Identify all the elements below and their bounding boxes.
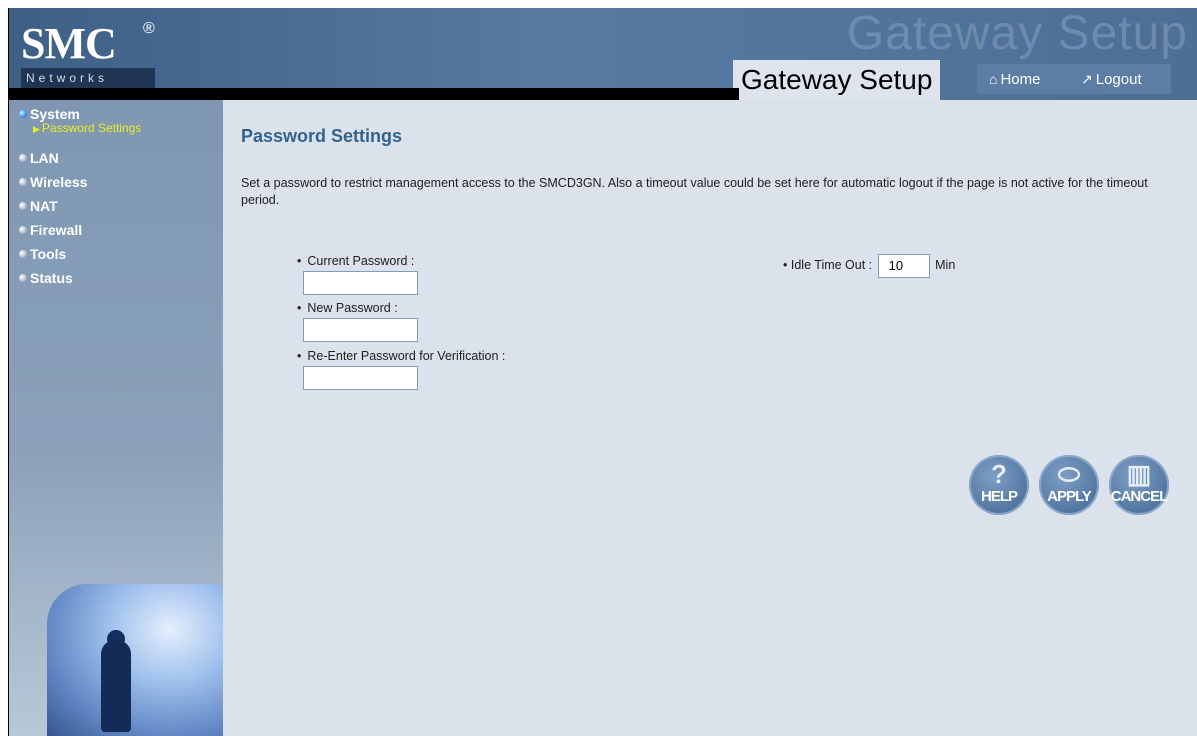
help-button-label: HELP — [980, 488, 1018, 505]
idle-timeout-input[interactable] — [877, 253, 930, 278]
sidebar-item-label: Wireless — [30, 174, 88, 190]
current-password-label: • Current Password : — [297, 254, 414, 268]
arrow-right-icon: ▶ — [33, 124, 40, 134]
sidebar-item-label: NAT — [30, 198, 58, 214]
sidebar: System ▶ Password Settings LAN Wireless N… — [9, 100, 223, 736]
bullet-icon — [19, 110, 27, 118]
logo-registered-mark: ® — [143, 20, 155, 37]
person-silhouette — [101, 640, 131, 732]
home-link[interactable]: ⌂ Home — [989, 68, 1040, 90]
top-nav: ⌂ Home ↗ Logout — [977, 64, 1171, 94]
idle-timeout-label: Idle Time Out : — [790, 258, 873, 272]
page-banner-title: Gateway Setup — [733, 60, 941, 100]
header-watermark: Gateway Setup — [846, 8, 1188, 60]
sidebar-item-lan[interactable]: LAN — [19, 148, 59, 168]
bullet-icon — [19, 250, 27, 258]
bullet-icon — [19, 178, 27, 186]
help-button[interactable]: ? HELP — [969, 455, 1029, 515]
field-label-text: Current Password : — [307, 254, 415, 268]
new-password-label: • New Password : — [297, 301, 398, 315]
sidebar-subitem-label: Password Settings — [41, 121, 142, 135]
field-label-text: New Password : — [307, 301, 398, 315]
idle-timeout-row: • Idle Time Out : Min — [783, 253, 956, 278]
bullet-icon — [19, 154, 27, 162]
new-password-input[interactable] — [303, 318, 418, 342]
smc-logo: SMC ® Networks — [17, 14, 167, 90]
sidebar-item-firewall[interactable]: Firewall — [19, 220, 82, 240]
apply-button[interactable]: ⬭ APPLY — [1039, 455, 1099, 515]
bullet-icon: • — [783, 258, 788, 272]
current-password-input[interactable] — [303, 271, 418, 295]
sidebar-item-label: Tools — [30, 246, 67, 262]
logo-subtitle: Networks — [21, 68, 155, 88]
page-title: Password Settings — [241, 126, 403, 146]
question-mark-icon: ? — [991, 459, 1007, 489]
header: SMC ® Networks Gateway Setup Gateway Set… — [9, 8, 1197, 100]
reenter-password-label: • Re-Enter Password for Verification : — [297, 349, 505, 363]
bullet-icon: • — [297, 301, 302, 315]
logout-label: Logout — [1095, 71, 1142, 88]
logout-icon: ↗ — [1081, 71, 1093, 87]
sidebar-item-label: Firewall — [30, 222, 83, 238]
sidebar-item-tools[interactable]: Tools — [19, 244, 66, 264]
main-content: Password Settings Set a password to rest… — [223, 100, 1197, 736]
bullet-icon — [19, 202, 27, 210]
logo-text: SMC — [21, 19, 117, 68]
cancel-button-label: CANCEL — [1110, 488, 1169, 505]
sidebar-item-label: Status — [30, 270, 73, 286]
sidebar-item-wireless[interactable]: Wireless — [19, 172, 87, 192]
sidebar-subitem-password-settings[interactable]: ▶ Password Settings — [33, 119, 141, 137]
bullet-icon: • — [297, 349, 302, 363]
reenter-password-input[interactable] — [303, 366, 418, 390]
sidebar-item-status[interactable]: Status — [19, 268, 73, 288]
bullet-icon — [19, 226, 27, 234]
trash-can-icon: ▥ — [1126, 459, 1152, 489]
decorative-photo — [47, 584, 223, 736]
bullet-icon: • — [297, 254, 302, 268]
apply-button-label: APPLY — [1047, 488, 1092, 505]
field-label-text: Re-Enter Password for Verification : — [307, 349, 506, 363]
sidebar-item-nat[interactable]: NAT — [19, 196, 58, 216]
home-label: Home — [1000, 71, 1041, 88]
idle-timeout-unit: Min — [935, 258, 956, 272]
app-frame: SMC ® Networks Gateway Setup Gateway Set… — [8, 8, 1197, 736]
bullet-icon — [19, 274, 27, 282]
page-description: Set a password to restrict management ac… — [241, 176, 1148, 207]
cancel-button[interactable]: ▥ CANCEL — [1109, 455, 1169, 515]
mouse-icon: ⬭ — [1057, 459, 1081, 489]
sidebar-item-label: LAN — [30, 150, 59, 166]
home-icon: ⌂ — [989, 71, 998, 87]
logout-link[interactable]: ↗ Logout — [1081, 68, 1142, 90]
